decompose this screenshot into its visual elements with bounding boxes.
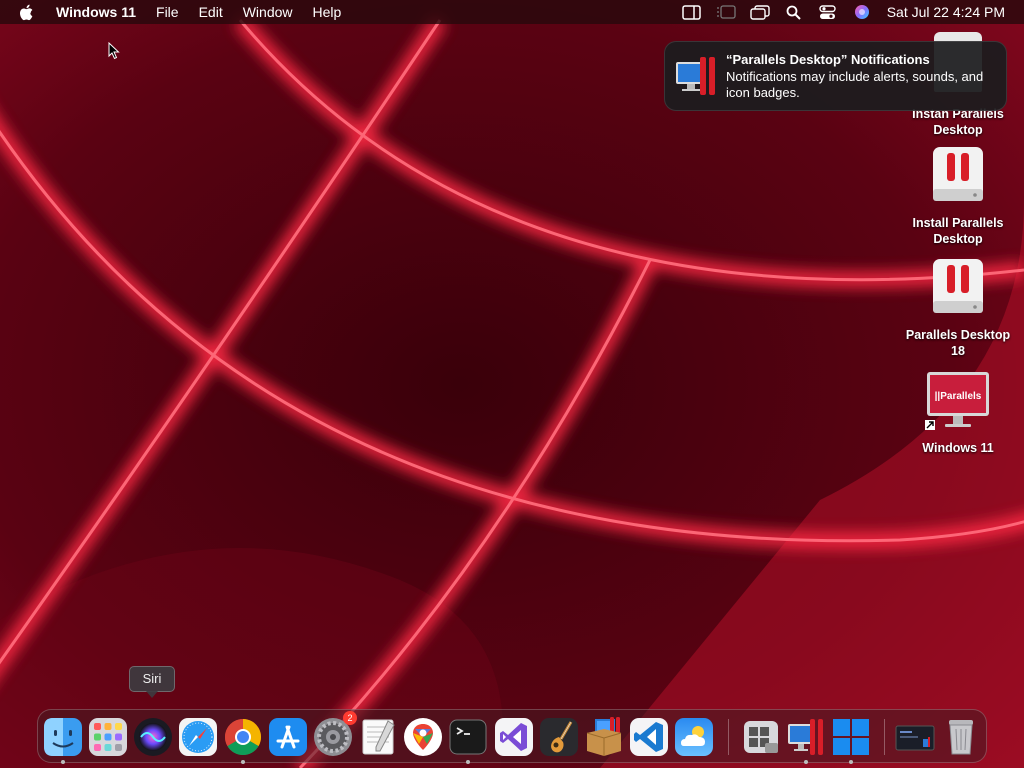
desktop-item-install-parallels-desktop[interactable]: Install Parallels Desktop (898, 145, 1018, 247)
parallels-installer-disk-icon (933, 147, 983, 201)
dock-app-launchpad[interactable] (88, 717, 128, 757)
dock: 2 (37, 709, 987, 764)
desktop-item-label: Install Parallels Desktop (912, 216, 1004, 246)
chrome-icon (224, 719, 262, 756)
dock-app-weather[interactable] (674, 717, 714, 757)
launchpad-icon (89, 718, 127, 756)
dock-app-visual-studio-code[interactable] (629, 717, 669, 757)
dock-app-app-store[interactable] (268, 717, 308, 757)
parallels-desktop-icon (788, 719, 823, 755)
desktop-item-label: Parallels Desktop 18 (905, 328, 1011, 358)
installer-box-icon (586, 717, 622, 756)
vscode-icon (630, 718, 668, 756)
menu-edit[interactable]: Edit (189, 0, 233, 24)
dock-app-boot-camp-assistant[interactable] (741, 717, 781, 757)
menubar-clock[interactable]: Sat Jul 22 4:24 PM (879, 4, 1024, 20)
dock-app-google-chrome[interactable] (223, 717, 263, 764)
dock-app-terminal[interactable] (448, 717, 488, 764)
running-indicator (466, 760, 470, 764)
app-store-icon (269, 718, 307, 756)
desktop-wallpaper (0, 0, 1024, 768)
dock-app-parallels-desktop[interactable] (786, 717, 826, 764)
safari-icon (179, 718, 217, 756)
screen-mirroring-icon[interactable] (715, 0, 737, 24)
dock-app-installer[interactable] (584, 717, 624, 757)
siri-icon[interactable] (851, 0, 873, 24)
window-stack-icon[interactable] (749, 0, 771, 24)
weather-icon (675, 718, 713, 756)
svg-text:||Parallels: ||Parallels (935, 391, 982, 402)
running-indicator (241, 760, 245, 764)
textedit-icon (362, 719, 395, 755)
windows-logo-icon (833, 719, 869, 755)
dock-tooltip-arrow (146, 691, 158, 698)
garageband-icon (540, 718, 578, 756)
control-center-icon[interactable] (817, 0, 839, 24)
app-menu[interactable]: Windows 11 (48, 0, 146, 24)
dock-app-textedit[interactable] (358, 717, 398, 757)
google-maps-icon (404, 718, 442, 756)
menu-bar: Windows 11 File Edit Window Help Sat Jul… (0, 0, 1024, 24)
dock-app-windows-11-window[interactable] (895, 717, 935, 757)
dock-divider (884, 719, 885, 755)
boot-camp-icon (744, 721, 778, 753)
dock-app-siri[interactable] (133, 717, 173, 757)
running-indicator (849, 760, 853, 764)
sidebar-icon[interactable] (681, 0, 703, 24)
desktop-item-windows-11[interactable]: ||Parallels Windows 11 (898, 370, 1018, 456)
running-indicator (804, 760, 808, 764)
menu-help[interactable]: Help (303, 0, 352, 24)
dock-app-windows-11[interactable] (831, 717, 871, 764)
apple-menu-icon[interactable] (18, 4, 34, 21)
terminal-icon (449, 719, 487, 755)
parallels-notification-banner[interactable]: “Parallels Desktop” Notifications Notifi… (664, 41, 1007, 111)
parallels-desktop-icon (676, 57, 715, 95)
dock-app-visual-studio[interactable] (494, 717, 534, 757)
desktop-item-parallels-desktop-18[interactable]: Parallels Desktop 18 (898, 257, 1018, 359)
menu-file[interactable]: File (146, 0, 189, 24)
dock-app-safari[interactable] (178, 717, 218, 757)
dock-app-finder[interactable] (43, 717, 83, 764)
trash-icon (949, 720, 973, 755)
mouse-cursor-icon (108, 42, 120, 60)
spotlight-search-icon[interactable] (783, 0, 805, 24)
dock-tooltip: Siri (129, 666, 175, 692)
dock-divider (728, 719, 729, 755)
menu-window[interactable]: Window (233, 0, 303, 24)
finder-icon (44, 718, 82, 756)
notification-title: “Parallels Desktop” Notifications (726, 52, 930, 67)
dock-app-garageband[interactable] (539, 717, 579, 757)
minimized-window-icon (895, 725, 935, 751)
dock-app-google-maps[interactable] (403, 717, 443, 757)
dock-app-system-settings[interactable]: 2 (313, 711, 357, 757)
visual-studio-icon (495, 718, 533, 756)
siri-icon (134, 718, 172, 756)
desktop-item-label: Windows 11 (922, 441, 994, 455)
notification-badge: 2 (343, 711, 357, 725)
running-indicator (61, 760, 65, 764)
notification-body: Notifications may include alerts, sounds… (726, 69, 984, 100)
dock-app-trash[interactable] (941, 717, 981, 757)
parallels-vm-icon: ||Parallels (925, 372, 989, 430)
parallels-installer-disk-icon (933, 259, 983, 313)
